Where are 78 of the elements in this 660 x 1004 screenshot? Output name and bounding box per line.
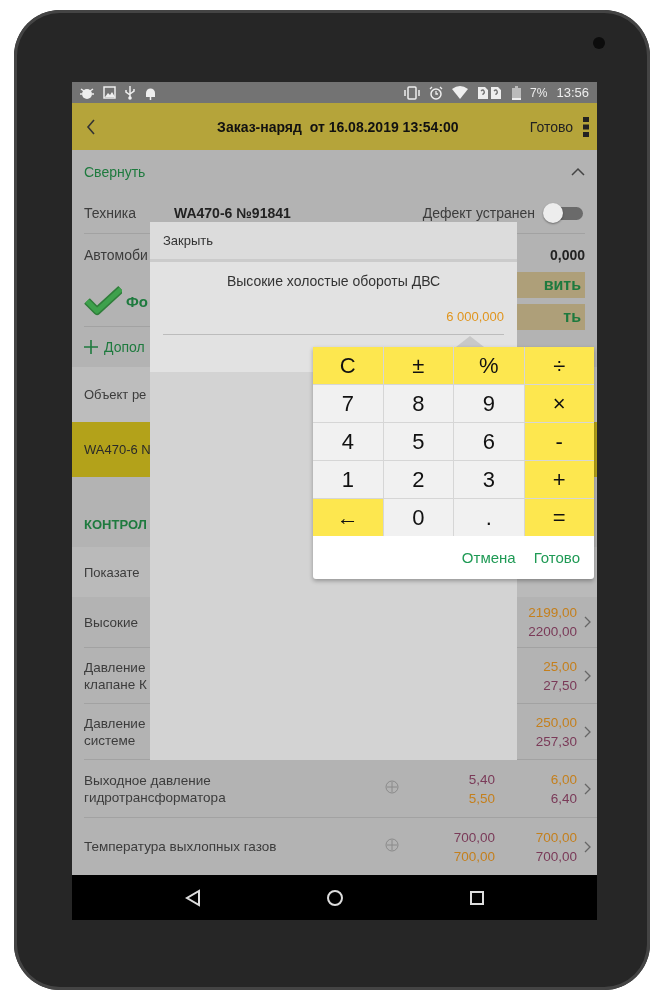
reading-value: 700,00 [535,829,577,845]
reading-value: 25,00 [543,658,577,674]
cancel-button[interactable]: Отмена [461,549,516,566]
status-label: Фо [126,292,148,310]
chevron-right-icon [583,616,591,628]
parameter-name: Давление клапане К [84,658,148,693]
parameter-name: Высокие [84,613,140,631]
chevron-right-icon [583,782,591,795]
toggle-switch[interactable] [543,203,585,223]
close-button[interactable]: Закрыть [150,222,517,262]
object-name: WA470-6 N [84,442,151,457]
calculator-key[interactable]: . [454,499,524,536]
battery-icon [512,85,522,100]
done-button[interactable]: Готово [529,118,583,135]
calculator-key[interactable]: % [454,347,524,384]
reading-value: 250,00 [535,714,577,730]
more-icon[interactable] [583,116,589,137]
parameter-name: Выходное давление гидротрансформатора [84,771,227,806]
calculator-key[interactable]: ± [383,347,453,384]
calculator-key[interactable]: - [524,423,594,460]
parameter-name: Давление системе [84,714,147,749]
chevron-right-icon [583,840,591,853]
recent-apps-icon[interactable] [468,889,485,906]
section-title: КОНТРОЛ [84,517,147,532]
alarm-icon [429,85,444,100]
calculator-key[interactable]: 1 [313,461,383,498]
reading-value: 700,00 [535,848,577,864]
wifi-icon [452,86,469,99]
dialog-title: Высокие холостые обороты ДВС [225,273,442,289]
calculator-key[interactable]: × [524,385,594,422]
screen-title: Заказ-наряд от 16.08.2019 13:54:00 [216,118,460,135]
chevron-right-icon [583,669,591,682]
field-value: WA470-6 №91841 [174,205,292,221]
calculator-key[interactable]: 5 [383,423,453,460]
calculator-key[interactable]: C [313,347,383,384]
field-label: Объект ре [84,387,147,402]
reading-value: 5,40 [468,771,495,787]
done-button[interactable]: Готово [533,549,580,566]
chevron-right-icon [583,725,591,738]
reading-value: 5,50 [468,790,495,806]
calculator-key[interactable]: 2 [383,461,453,498]
field-label: Техника [84,205,137,221]
calculator-key[interactable]: + [524,461,594,498]
calculator-key[interactable]: ÷ [524,347,594,384]
calculator-key[interactable]: 4 [313,423,383,460]
back-icon[interactable] [184,888,203,907]
clock: 13:56 [556,85,589,100]
field-label: Автомоби [84,247,148,263]
reading-value: 700,00 [453,829,495,845]
column-header: Показате [84,564,140,580]
parameter-name: Температура выхлопных газов [84,838,278,855]
reading-value: 2200,00 [528,624,577,639]
reading-value: 27,50 [543,677,577,693]
reading-value: 257,30 [535,733,577,749]
reading-value: 6,00 [550,771,577,787]
reading-value: 2199,00 [528,605,577,620]
calculator-key[interactable]: 3 [454,461,524,498]
image-icon [103,86,116,99]
calculator-key[interactable]: 7 [313,385,383,422]
home-icon[interactable] [326,888,345,907]
battery-level: 7% [530,85,548,100]
usb-icon [125,85,135,100]
calculator-key[interactable]: 8 [383,385,453,422]
calculator-key[interactable]: ← [313,499,383,536]
sim-card-icon [477,85,504,100]
reading-value: 6,40 [550,790,577,806]
chevron-icon[interactable] [571,166,585,177]
calculator-key[interactable]: 9 [454,385,524,422]
calculator-key[interactable]: 6 [454,423,524,460]
calculator-key[interactable]: = [524,499,594,536]
checkmark-icon [84,286,122,316]
bug-icon [80,85,94,100]
toggle-label: Дефект устранен [422,205,535,221]
calculator-key[interactable]: 0 [383,499,453,536]
field-value: 0,000 [549,247,585,263]
reading-value: 700,00 [453,848,495,864]
camera-lens [593,37,605,49]
vibrate-icon [404,85,421,100]
